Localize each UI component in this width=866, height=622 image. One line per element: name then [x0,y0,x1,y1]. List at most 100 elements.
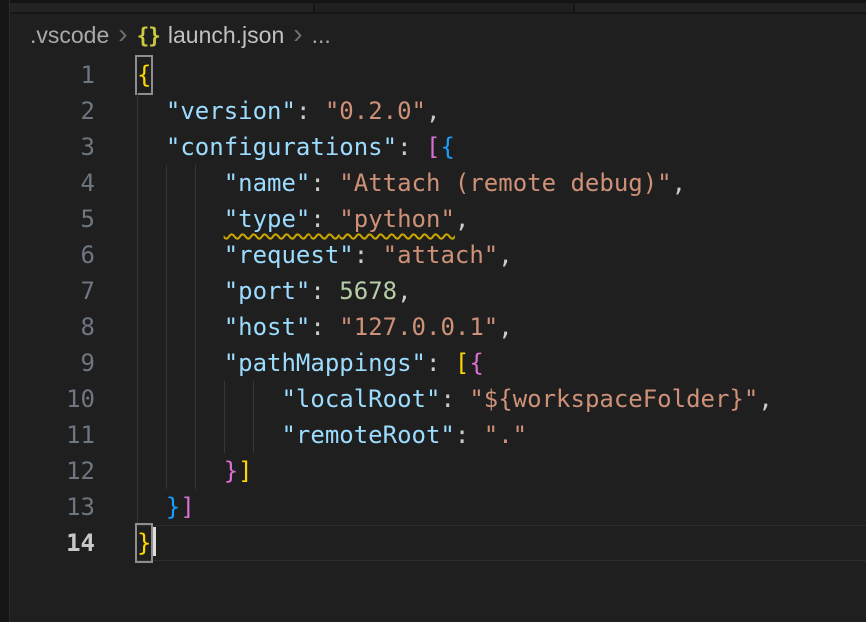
indent-guide [224,417,225,453]
code-line-content[interactable]: } [137,525,866,561]
code-token: : [310,205,339,233]
code-token: , [672,169,686,197]
code-text: }] [137,489,195,525]
line-number[interactable]: 14 [10,525,95,561]
code-token: "name" [224,169,311,197]
code-line-12[interactable]: 12}] [10,453,866,489]
editor-tab-1[interactable] [10,3,315,12]
code-token: : [310,313,339,341]
line-number[interactable]: 3 [10,129,95,165]
code-text: "request": "attach", [137,237,513,273]
line-number[interactable]: 13 [10,489,95,525]
code-line-8[interactable]: 8 "host": "127.0.0.1", [10,309,866,345]
code-line-content[interactable]: }] [137,489,866,525]
code-text: { [137,57,151,93]
code-text: "configurations": [{ [137,129,455,165]
code-line-2[interactable]: 2 "version": "0.2.0", [10,93,866,129]
text-cursor [153,527,156,556]
editor-tab-2[interactable] [315,3,575,12]
line-number[interactable]: 9 [10,345,95,381]
code-editor[interactable]: 1{2"version": "0.2.0",3"configurations":… [10,57,866,622]
code-line-3[interactable]: 3 "configurations": [{ [10,129,866,165]
code-line-content[interactable]: "remoteRoot": "." [137,417,866,453]
indent-guide [195,453,196,489]
indent-guide [253,417,254,453]
code-line-10[interactable]: 10 "localRoot": "${workspaceFolder}", [10,381,866,417]
code-text: } [137,525,156,561]
code-token: "configurations" [166,133,397,161]
code-token: : [296,97,325,125]
code-line-content[interactable]: "version": "0.2.0", [137,93,866,129]
indent-guide [195,417,196,453]
indent-guide [166,237,167,273]
indent-guide [137,309,138,345]
line-number[interactable]: 10 [10,381,95,417]
breadcrumb-file[interactable]: launch.json [168,22,284,49]
code-line-5[interactable]: 5 "type": "python", [10,201,866,237]
code-line-11[interactable]: 11 "remoteRoot": "." [10,417,866,453]
code-line-7[interactable]: 7 "port": 5678, [10,273,866,309]
code-line-4[interactable]: 4 "name": "Attach (remote debug)", [10,165,866,201]
code-line-14[interactable]: 14} [10,525,866,561]
indent-guide [195,309,196,345]
code-line-content[interactable]: { [137,57,866,93]
line-number[interactable]: 6 [10,237,95,273]
indent-guide [166,201,167,237]
code-token: "." [484,421,527,449]
code-line-content[interactable]: }] [137,453,866,489]
code-text: "host": "127.0.0.1", [137,309,513,345]
indent-guide [137,129,138,165]
line-number[interactable]: 8 [10,309,95,345]
code-line-content[interactable]: "pathMappings": [{ [137,345,866,381]
code-line-1[interactable]: 1{ [10,57,866,93]
breadcrumb-symbols-more[interactable]: ... [312,22,331,49]
indent-guide [195,273,196,309]
code-line-content[interactable]: "host": "127.0.0.1", [137,309,866,345]
line-number[interactable]: 1 [10,57,95,93]
code-line-6[interactable]: 6 "request": "attach", [10,237,866,273]
code-token: "host" [224,313,311,341]
code-token: } [166,493,180,521]
code-token: , [455,205,469,233]
code-token: "request" [224,241,354,269]
code-token: , [758,385,772,413]
code-token: 5678 [339,277,397,305]
code-text: "localRoot": "${workspaceFolder}", [137,381,773,417]
code-token: : [426,349,455,377]
code-token: , [498,241,512,269]
code-token: [ [455,349,469,377]
indent-guide [166,273,167,309]
indent-guide [195,165,196,201]
code-line-content[interactable]: "configurations": [{ [137,129,866,165]
indent-guide [195,201,196,237]
code-token: "remoteRoot" [281,421,454,449]
line-number[interactable]: 2 [10,93,95,129]
line-number[interactable]: 5 [10,201,95,237]
code-line-content[interactable]: "request": "attach", [137,237,866,273]
code-token: , [498,313,512,341]
tab-bar [10,0,866,14]
breadcrumb-folder[interactable]: .vscode [30,22,109,49]
line-number[interactable]: 4 [10,165,95,201]
line-number[interactable]: 12 [10,453,95,489]
code-token: "python" [339,205,455,233]
json-file-icon: {} [137,24,160,48]
code-token: [ [426,133,440,161]
code-line-9[interactable]: 9 "pathMappings": [{ [10,345,866,381]
indent-guide [166,165,167,201]
line-number[interactable]: 7 [10,273,95,309]
code-line-content[interactable]: "localRoot": "${workspaceFolder}", [137,381,866,417]
code-token: , [397,277,411,305]
editor-tab-3[interactable] [575,3,866,12]
line-number[interactable]: 11 [10,417,95,453]
warning-squiggle: "type": "python" [224,205,455,233]
code-line-13[interactable]: 13}] [10,489,866,525]
indent-guide [253,381,254,417]
code-token: : [310,277,339,305]
code-line-content[interactable]: "type": "python", [137,201,866,237]
indent-guide [166,453,167,489]
indent-guide [137,417,138,453]
code-token: "attach" [383,241,499,269]
code-line-content[interactable]: "port": 5678, [137,273,866,309]
code-line-content[interactable]: "name": "Attach (remote debug)", [137,165,866,201]
